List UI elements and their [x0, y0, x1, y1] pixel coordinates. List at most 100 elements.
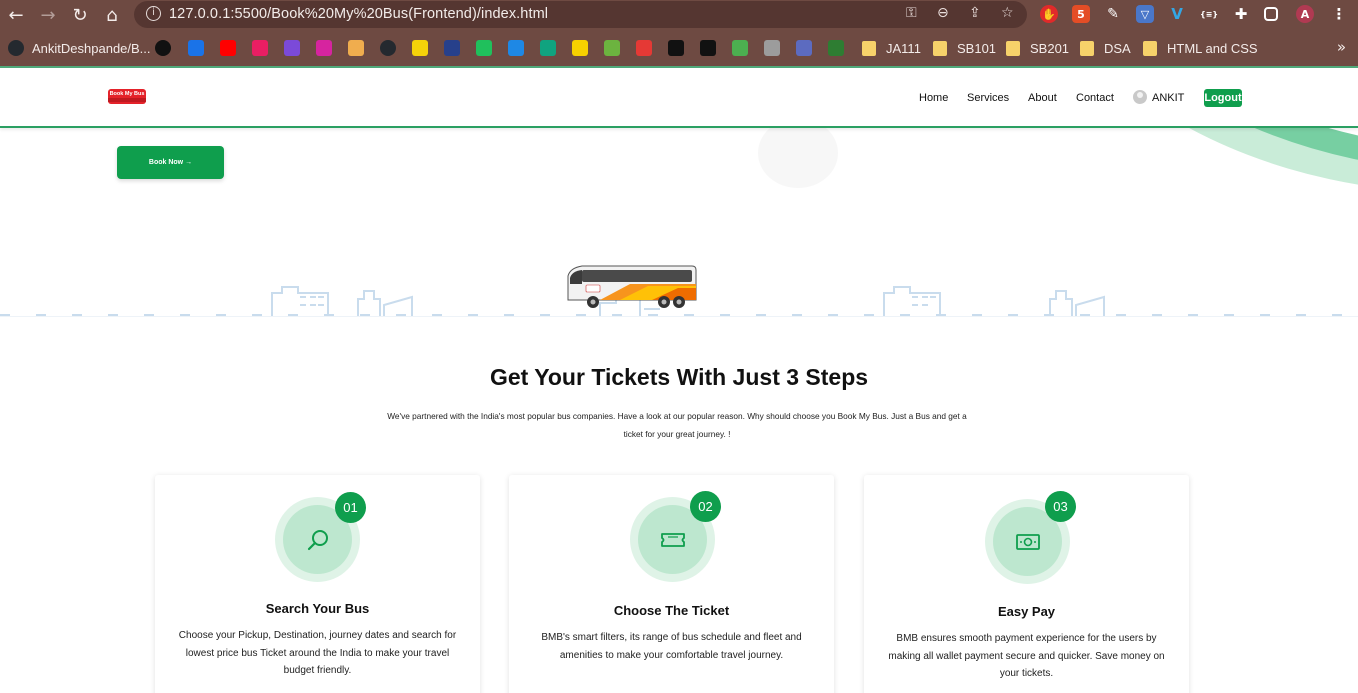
url-text[interactable]: 127.0.0.1:5500/Book%20My%20Bus(Frontend)…: [169, 6, 548, 22]
bookmark-22[interactable]: [828, 38, 844, 58]
logo-underline: [108, 98, 146, 102]
money-icon: [1015, 533, 1040, 550]
youtube-icon: [220, 40, 236, 56]
bookmark-10[interactable]: [444, 38, 460, 58]
bookmark-19[interactable]: [732, 38, 748, 58]
app-icon: [252, 40, 268, 56]
github-icon: [380, 40, 396, 56]
nav-services-link[interactable]: Services: [967, 92, 1009, 104]
dots-icon: [700, 40, 716, 56]
bookmark-6[interactable]: [316, 38, 332, 58]
bookmark-14[interactable]: [572, 38, 588, 58]
zoom-icon[interactable]: ⊖: [937, 5, 949, 21]
bookmark-4[interactable]: [252, 38, 268, 58]
miro-icon: [572, 40, 588, 56]
hero-decor-circle: [758, 118, 838, 188]
brain-icon: [828, 40, 844, 56]
calendar-icon: [188, 40, 204, 56]
home-icon[interactable]: ⌂: [99, 3, 125, 27]
key-icon[interactable]: ⚿: [906, 5, 917, 21]
share-icon[interactable]: ⇪: [969, 5, 981, 21]
logout-button[interactable]: Logout: [1204, 89, 1242, 107]
bookmark-18[interactable]: [700, 38, 716, 58]
bookmark-5[interactable]: [284, 38, 300, 58]
m-icon: [155, 40, 171, 56]
step-card-text: BMB ensures smooth payment experience fo…: [888, 633, 1165, 679]
vimeo-icon[interactable]: V: [1168, 5, 1186, 23]
eyedropper-icon[interactable]: ✎: [1104, 5, 1122, 23]
web-page: Book My Bus Home Services About Contact …: [0, 68, 1358, 693]
user-name[interactable]: ANKIT: [1152, 92, 1184, 104]
forward-icon[interactable]: →: [35, 3, 61, 27]
step-card-text: BMB's smart filters, its range of bus sc…: [541, 632, 802, 661]
steps-description: We've partnered with the India's most po…: [387, 411, 967, 439]
reload-icon[interactable]: ↻: [67, 3, 93, 27]
step-card-text: Choose your Pickup, Destination, journey…: [178, 630, 457, 676]
leaf-icon: [604, 40, 620, 56]
bookmark-2[interactable]: [188, 38, 204, 58]
stack-icon: [348, 40, 364, 56]
bookmark-label: SB201: [1030, 40, 1070, 56]
bookmark-23[interactable]: JA111: [862, 38, 921, 58]
bookmarks-bar: AnkitDeshpande/B... JA111 SB101 SB201 DSA HTM…: [0, 30, 1358, 66]
bookmark-25[interactable]: SB201: [1006, 38, 1069, 58]
adblock-icon[interactable]: ✋: [1040, 5, 1058, 23]
bookmark-13[interactable]: [540, 38, 556, 58]
html5-icon[interactable]: 5: [1072, 5, 1090, 23]
address-bar[interactable]: i 127.0.0.1:5500/Book%20My%20Bus(Fronten…: [134, 1, 1027, 28]
star-icon[interactable]: ☆: [1001, 5, 1014, 21]
extensions-icon[interactable]: ✚: [1232, 5, 1250, 23]
bookmark-8[interactable]: [380, 38, 396, 58]
instagram-icon: [316, 40, 332, 56]
bookmark-26[interactable]: DSA: [1080, 38, 1131, 58]
bookmark-0[interactable]: AnkitDeshpande/B...: [8, 38, 151, 58]
feather-icon: [796, 40, 812, 56]
mail-icon: [284, 40, 300, 56]
menu-icon[interactable]: ⋮: [1330, 5, 1348, 23]
folder-icon: [1006, 40, 1020, 56]
m2-icon: [668, 40, 684, 56]
drop-icon: [508, 40, 524, 56]
shield-ext-icon[interactable]: ▽: [1136, 5, 1154, 23]
bookmark-20[interactable]: [764, 38, 780, 58]
user-avatar-icon[interactable]: [1133, 90, 1147, 104]
browser-toolbar: ← → ↻ ⌂ i 127.0.0.1:5500/Book%20My%20Bus…: [0, 0, 1358, 30]
step-number-badge: 01: [335, 492, 366, 523]
selector-icon[interactable]: {≡}: [1200, 5, 1218, 23]
bookmark-1[interactable]: [155, 38, 171, 58]
logo-text: Book My Bus: [109, 91, 145, 97]
bookmark-7[interactable]: [348, 38, 364, 58]
site-info-icon[interactable]: i: [146, 6, 161, 21]
site-navbar: Book My Bus Home Services About Contact …: [0, 68, 1358, 128]
bookmark-3[interactable]: [220, 38, 236, 58]
folder-icon: [862, 40, 876, 56]
profile-avatar-icon[interactable]: A: [1296, 5, 1314, 23]
book-my-bus-logo[interactable]: Book My Bus: [108, 89, 146, 104]
step-number-badge: 02: [690, 491, 721, 522]
bookmark-17[interactable]: [668, 38, 684, 58]
step-card-title: Easy Pay: [997, 604, 1056, 619]
bus-illustration: [567, 265, 697, 308]
search-icon: [307, 529, 328, 550]
bookmark-27[interactable]: HTML and CSS: [1143, 38, 1258, 58]
folder-icon: [933, 40, 947, 56]
nav-about-link[interactable]: About: [1028, 92, 1057, 104]
bookmark-9[interactable]: [412, 38, 428, 58]
oracle-icon: [636, 40, 652, 56]
bookmark-16[interactable]: [636, 38, 652, 58]
bookmark-label: DSA: [1104, 40, 1131, 56]
bookmark-21[interactable]: [796, 38, 812, 58]
bookmarks-overflow-icon[interactable]: »: [1337, 38, 1346, 56]
back-icon[interactable]: ←: [3, 3, 29, 27]
bookmark-label: JA111: [886, 40, 921, 56]
bookmark-11[interactable]: [476, 38, 492, 58]
ticket-icon: [660, 532, 685, 547]
sidepanel-icon[interactable]: [1264, 7, 1278, 21]
nav-home-link[interactable]: Home: [919, 92, 948, 104]
bookmark-12[interactable]: [508, 38, 524, 58]
book-now-button[interactable]: Book Now →: [117, 146, 224, 179]
bookmark-24[interactable]: SB101: [933, 38, 996, 58]
bookmark-15[interactable]: [604, 38, 620, 58]
folder-icon: [1143, 40, 1157, 56]
nav-contact-link[interactable]: Contact: [1076, 92, 1114, 104]
